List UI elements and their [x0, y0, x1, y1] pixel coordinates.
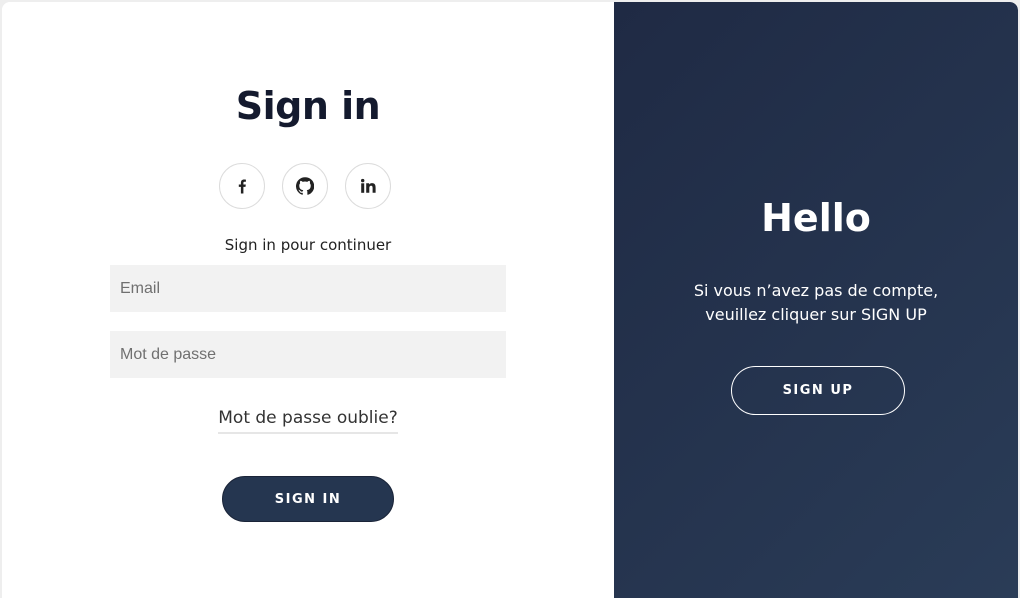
forgot-password-row: Mot de passe oublie?: [2, 408, 614, 434]
linkedin-button[interactable]: [345, 163, 391, 209]
password-field[interactable]: [110, 331, 506, 378]
github-icon: [296, 177, 314, 195]
auth-card: Sign in Sign in pour continuer Email Mot…: [2, 2, 1018, 598]
sign-in-panel: Sign in Sign in pour continuer Email Mot…: [2, 2, 614, 598]
sign-up-description-line: Si vous n’avez pas de compte,: [693, 281, 939, 300]
facebook-icon: [234, 178, 250, 194]
linkedin-icon: [360, 178, 376, 194]
sign-up-button[interactable]: SIGN UP: [731, 366, 905, 415]
sign-in-subtitle: Sign in pour continuer: [224, 236, 392, 254]
facebook-button[interactable]: [219, 163, 265, 209]
social-login-group: [219, 163, 391, 209]
github-button[interactable]: [282, 163, 328, 209]
sign-up-panel: Hello Si vous n’avez pas de compte, veui…: [614, 2, 1018, 598]
forgot-password-link[interactable]: Mot de passe oublie?: [218, 408, 398, 434]
sign-in-button[interactable]: SIGN IN: [222, 476, 394, 522]
sign-in-title: Sign in: [235, 84, 381, 128]
hello-title: Hello: [761, 196, 871, 240]
sign-up-description-line: veuillez cliquer sur SIGN UP: [705, 305, 927, 324]
sign-up-description: Si vous n’avez pas de compte, veuillez c…: [654, 279, 978, 327]
email-field[interactable]: [110, 265, 506, 312]
